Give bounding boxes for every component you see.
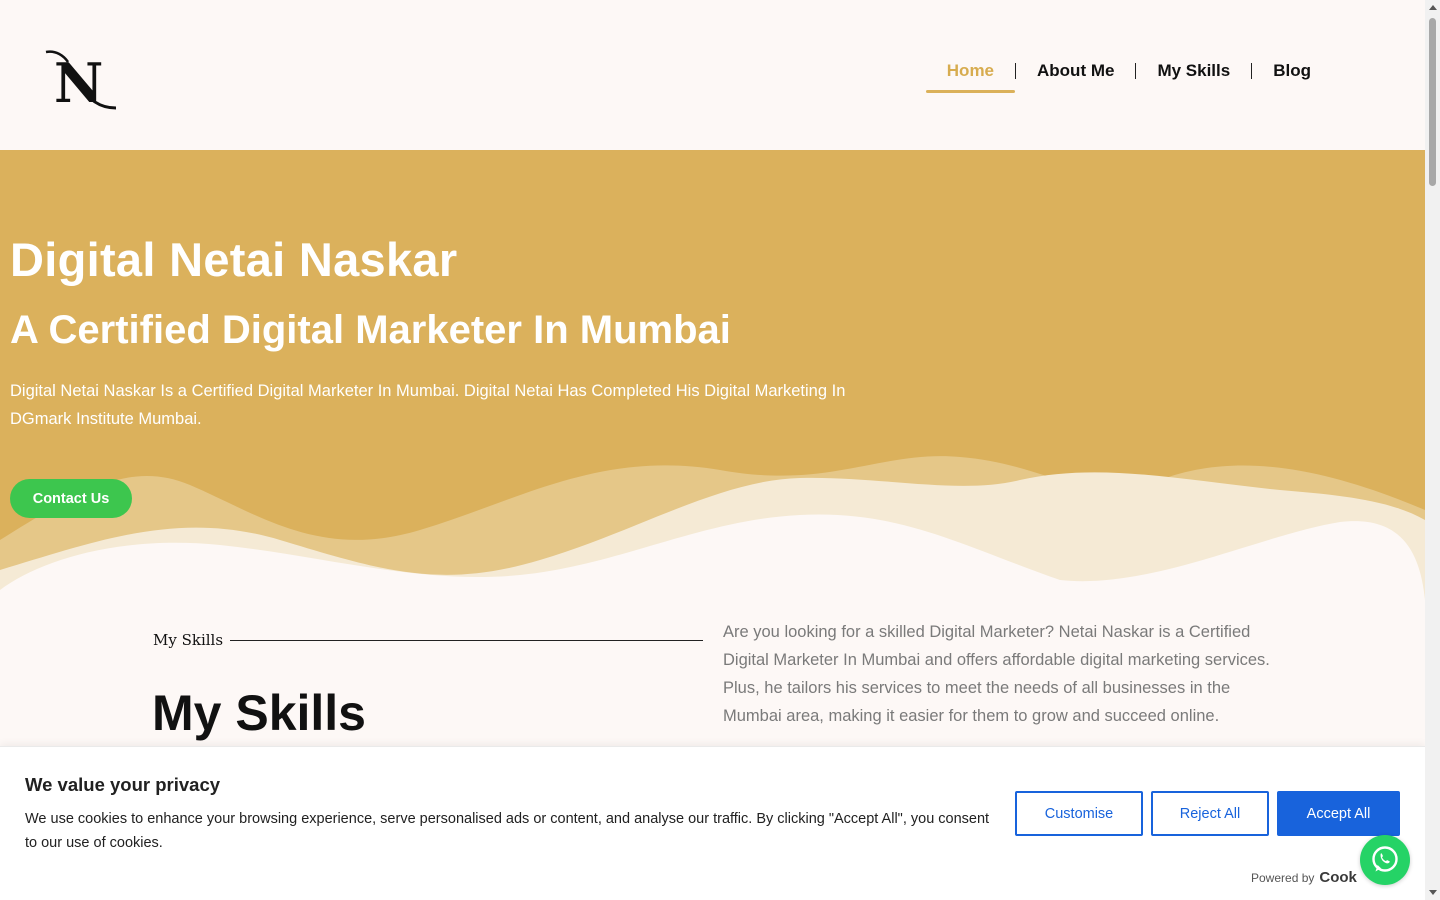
page-scrollbar[interactable] [1425, 0, 1440, 900]
cookie-consent-banner: We value your privacy We use cookies to … [0, 746, 1425, 900]
accept-all-button[interactable]: Accept All [1277, 791, 1400, 836]
customise-button[interactable]: Customise [1015, 791, 1143, 836]
powered-by-brand: Cook [1319, 869, 1357, 886]
svg-text:N: N [54, 51, 103, 114]
nav-item-about-me[interactable]: About Me [1016, 56, 1135, 86]
skills-kicker: My Skills [153, 631, 224, 649]
n-monogram-logo-icon: N [45, 50, 117, 115]
nav-item-blog[interactable]: Blog [1252, 56, 1332, 86]
powered-by[interactable]: Powered by Cook [1251, 869, 1357, 886]
nav-item-home[interactable]: Home [925, 56, 1016, 93]
hero-title: Digital Netai Naskar [10, 233, 458, 286]
reject-all-button[interactable]: Reject All [1151, 791, 1269, 836]
whatsapp-icon [1372, 846, 1398, 872]
scroll-up-arrow-icon[interactable] [1429, 5, 1437, 10]
site-header: N Home About Me My Skills Blog [0, 0, 1425, 150]
skills-kicker-divider [230, 640, 703, 641]
cookie-description: We use cookies to enhance your browsing … [25, 811, 990, 851]
page: N Home About Me My Skills Blog Digital N… [0, 0, 1425, 900]
hero-description: Digital Netai Naskar Is a Certified Digi… [10, 382, 846, 428]
skills-title: My Skills [152, 685, 366, 741]
hero-wave-decoration [0, 456, 1425, 600]
powered-by-label: Powered by [1251, 871, 1315, 885]
cookie-title: We value your privacy [25, 774, 221, 795]
contact-us-button[interactable]: Contact Us [10, 479, 132, 518]
site-logo[interactable]: N [42, 48, 120, 115]
hero-section: Digital Netai Naskar A Certified Digital… [0, 150, 1425, 600]
whatsapp-chat-button[interactable] [1360, 835, 1410, 885]
nav-item-my-skills[interactable]: My Skills [1136, 56, 1251, 86]
scroll-down-arrow-icon[interactable] [1429, 890, 1437, 895]
skills-description: Are you looking for a skilled Digital Ma… [723, 623, 1270, 725]
scrollbar-thumb[interactable] [1429, 18, 1436, 186]
main-nav: Home About Me My Skills Blog [925, 56, 1332, 93]
hero-subtitle: A Certified Digital Marketer In Mumbai [10, 308, 731, 352]
